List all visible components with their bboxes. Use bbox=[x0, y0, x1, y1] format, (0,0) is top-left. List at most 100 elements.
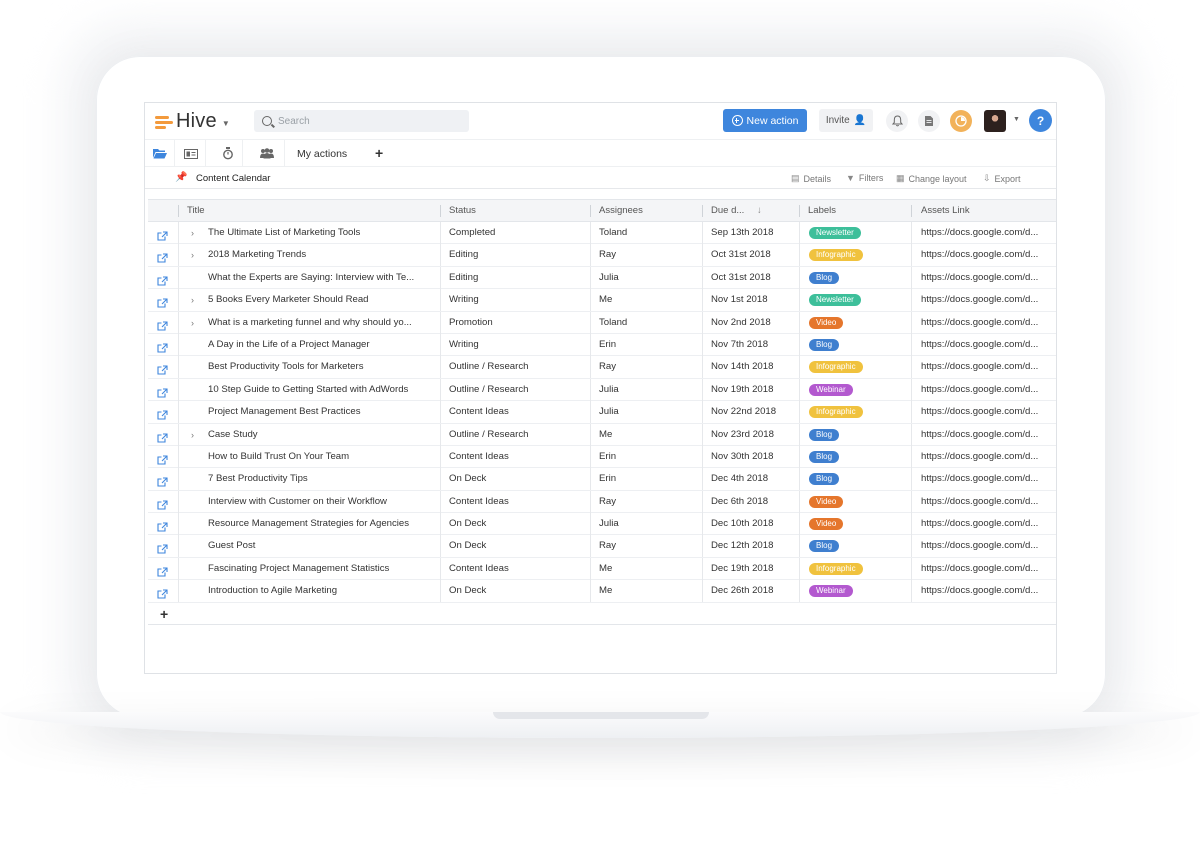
row-due-date[interactable]: Dec 10th 2018 bbox=[711, 513, 796, 535]
label-badge[interactable]: Video bbox=[809, 495, 844, 508]
table-row[interactable]: Project Management Best Practices Content… bbox=[148, 401, 1056, 424]
open-external-icon[interactable] bbox=[157, 318, 168, 331]
open-external-icon[interactable] bbox=[157, 295, 168, 308]
row-assets-link[interactable]: https://docs.google.com/d... bbox=[921, 513, 1056, 535]
expand-chevron-icon[interactable]: › bbox=[191, 289, 194, 311]
row-assignee[interactable]: Ray bbox=[599, 535, 694, 557]
table-row[interactable]: Interview with Customer on their Workflo… bbox=[148, 490, 1056, 514]
table-row[interactable]: › 5 Books Every Marketer Should Read Writi… bbox=[148, 289, 1056, 312]
label-badge[interactable]: Infographic bbox=[809, 361, 863, 374]
details-button[interactable]: ▤ Details bbox=[791, 173, 831, 184]
invite-button[interactable]: Invite 👤 bbox=[819, 109, 873, 132]
change-layout-button[interactable]: ▦ Change layout bbox=[896, 173, 967, 184]
open-external-icon[interactable] bbox=[157, 385, 168, 398]
row-title[interactable]: What the Experts are Saying: Interview w… bbox=[208, 267, 433, 289]
row-status[interactable]: On Deck bbox=[449, 535, 584, 557]
row-status[interactable]: Content Ideas bbox=[449, 491, 584, 513]
open-external-icon[interactable] bbox=[157, 474, 168, 487]
row-assets-link[interactable]: https://docs.google.com/d... bbox=[921, 267, 1056, 289]
column-title[interactable]: Title bbox=[187, 200, 205, 221]
row-due-date[interactable]: Nov 2nd 2018 bbox=[711, 312, 796, 334]
row-due-date[interactable]: Dec 4th 2018 bbox=[711, 468, 796, 490]
row-title[interactable]: 7 Best Productivity Tips bbox=[208, 468, 433, 490]
table-row[interactable]: Guest Post On Deck Ray Dec 12th 2018 Blog htt… bbox=[148, 535, 1056, 558]
row-due-date[interactable]: Nov 14th 2018 bbox=[711, 356, 796, 378]
row-assignee[interactable]: Toland bbox=[599, 222, 694, 244]
table-row[interactable]: Introduction to Agile Marketing On Deck Me… bbox=[148, 580, 1056, 603]
search-box[interactable] bbox=[254, 110, 469, 132]
row-assets-link[interactable]: https://docs.google.com/d... bbox=[921, 491, 1056, 513]
row-status[interactable]: On Deck bbox=[449, 513, 584, 535]
row-assets-link[interactable]: https://docs.google.com/d... bbox=[921, 401, 1056, 423]
row-status[interactable]: Content Ideas bbox=[449, 446, 584, 468]
filters-button[interactable]: ▼ Filters bbox=[846, 173, 883, 183]
row-assignee[interactable]: Toland bbox=[599, 312, 694, 334]
row-due-date[interactable]: Nov 22nd 2018 bbox=[711, 401, 796, 423]
row-due-date[interactable]: Oct 31st 2018 bbox=[711, 267, 796, 289]
table-row[interactable]: Resource Management Strategies for Agenc… bbox=[148, 513, 1056, 536]
expand-chevron-icon[interactable]: › bbox=[191, 244, 194, 266]
row-title[interactable]: How to Build Trust On Your Team bbox=[208, 446, 433, 468]
expand-chevron-icon[interactable]: › bbox=[191, 222, 194, 244]
help-button[interactable]: ? bbox=[1029, 109, 1052, 132]
label-badge[interactable]: Newsletter bbox=[809, 294, 861, 307]
row-assignee[interactable]: Me bbox=[599, 424, 694, 446]
timer-button[interactable] bbox=[950, 110, 972, 132]
row-status[interactable]: On Deck bbox=[449, 580, 584, 602]
row-assets-link[interactable]: https://docs.google.com/d... bbox=[921, 424, 1056, 446]
row-assignee[interactable]: Julia bbox=[599, 401, 694, 423]
label-badge[interactable]: Blog bbox=[809, 473, 840, 486]
row-due-date[interactable]: Nov 19th 2018 bbox=[711, 379, 796, 401]
row-assets-link[interactable]: https://docs.google.com/d... bbox=[921, 222, 1056, 244]
label-badge[interactable]: Webinar bbox=[809, 585, 853, 598]
logo[interactable]: Hive ▼ bbox=[155, 110, 230, 133]
row-assets-link[interactable]: https://docs.google.com/d... bbox=[921, 334, 1056, 356]
open-external-icon[interactable] bbox=[157, 228, 168, 241]
row-assets-link[interactable]: https://docs.google.com/d... bbox=[921, 558, 1056, 580]
row-assets-link[interactable]: https://docs.google.com/d... bbox=[921, 580, 1056, 602]
card-view-icon[interactable] bbox=[176, 140, 206, 167]
table-row[interactable]: › What is a marketing funnel and why shou… bbox=[148, 311, 1056, 334]
row-title[interactable]: Resource Management Strategies for Agenc… bbox=[208, 513, 433, 535]
row-status[interactable]: Content Ideas bbox=[449, 558, 584, 580]
row-status[interactable]: Promotion bbox=[449, 312, 584, 334]
expand-chevron-icon[interactable]: › bbox=[191, 312, 194, 334]
table-row[interactable]: 7 Best Productivity Tips On Deck Erin Dec 4… bbox=[148, 468, 1056, 491]
label-badge[interactable]: Blog bbox=[809, 271, 840, 284]
add-row-button[interactable]: + bbox=[160, 606, 168, 622]
new-action-button[interactable]: New action bbox=[723, 109, 807, 132]
row-status[interactable]: Outline / Research bbox=[449, 356, 584, 378]
table-row[interactable]: Best Productivity Tools for Marketers Out… bbox=[148, 356, 1056, 379]
row-status[interactable]: Editing bbox=[449, 244, 584, 266]
table-row[interactable]: How to Build Trust On Your Team Content I… bbox=[148, 445, 1056, 469]
row-assignee[interactable]: Me bbox=[599, 558, 694, 580]
notifications-button[interactable] bbox=[886, 110, 908, 132]
label-badge[interactable]: Infographic bbox=[809, 249, 863, 262]
folder-icon[interactable] bbox=[145, 140, 175, 167]
row-title[interactable]: Introduction to Agile Marketing bbox=[208, 580, 433, 602]
label-badge[interactable]: Blog bbox=[809, 428, 840, 441]
column-due-date[interactable]: Due d... bbox=[711, 200, 744, 221]
open-external-icon[interactable] bbox=[157, 250, 168, 263]
column-labels[interactable]: Labels bbox=[808, 200, 836, 221]
row-due-date[interactable]: Dec 12th 2018 bbox=[711, 535, 796, 557]
row-assets-link[interactable]: https://docs.google.com/d... bbox=[921, 312, 1056, 334]
search-input[interactable] bbox=[278, 115, 458, 127]
label-badge[interactable]: Blog bbox=[809, 450, 840, 463]
tab-my-actions[interactable]: My actions bbox=[297, 148, 347, 160]
row-status[interactable]: Writing bbox=[449, 334, 584, 356]
label-badge[interactable]: Newsletter bbox=[809, 227, 861, 239]
avatar[interactable] bbox=[984, 110, 1006, 132]
row-status[interactable]: Content Ideas bbox=[449, 401, 584, 423]
chevron-down-icon[interactable]: ▼ bbox=[1013, 116, 1020, 123]
row-assignee[interactable]: Ray bbox=[599, 356, 694, 378]
timer-icon[interactable] bbox=[213, 140, 243, 167]
row-due-date[interactable]: Nov 30th 2018 bbox=[711, 446, 796, 468]
row-assets-link[interactable]: https://docs.google.com/d... bbox=[921, 379, 1056, 401]
row-title[interactable]: 5 Books Every Marketer Should Read bbox=[208, 289, 433, 311]
open-external-icon[interactable] bbox=[157, 541, 168, 555]
column-assignees[interactable]: Assignees bbox=[599, 200, 643, 221]
row-status[interactable]: Outline / Research bbox=[449, 424, 584, 446]
table-row[interactable]: A Day in the Life of a Project Manager Wr… bbox=[148, 333, 1056, 357]
row-assets-link[interactable]: https://docs.google.com/d... bbox=[921, 289, 1056, 311]
